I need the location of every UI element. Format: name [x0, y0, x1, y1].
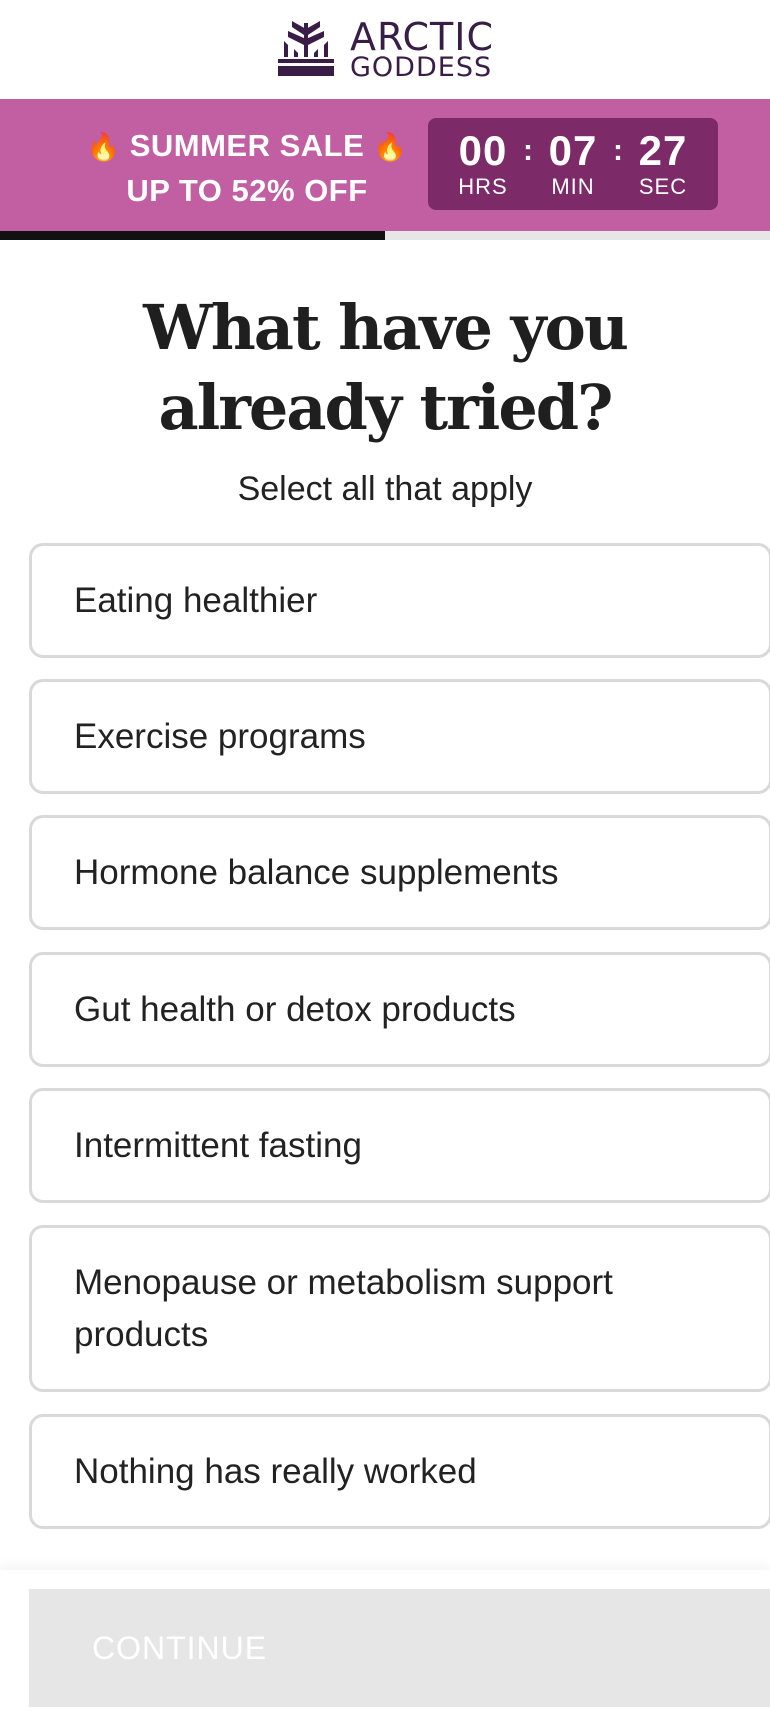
- option-label: Hormone balance supplements: [74, 852, 559, 892]
- logo-line-1: ARCTIC: [350, 15, 494, 59]
- timer-separator: :: [613, 134, 623, 167]
- timer-seconds-value: 27: [638, 127, 688, 174]
- option-label: Menopause or metabolism support products: [74, 1262, 613, 1354]
- logo-line-2: GODDESS: [350, 52, 493, 83]
- logo-text: ARCTIC GODDESS: [350, 18, 494, 81]
- logo[interactable]: ARCTIC GODDESS: [276, 18, 494, 81]
- countdown-timer: 00 HRS : 07 MIN : 27 SEC: [428, 118, 718, 210]
- option-eating-healthier[interactable]: Eating healthier: [29, 543, 770, 658]
- sale-headline: 🔥 SUMMER SALE 🔥: [82, 124, 412, 169]
- sale-text: 🔥 SUMMER SALE 🔥 UP TO 52% OFF: [82, 124, 412, 213]
- fire-icon: 🔥: [86, 132, 121, 162]
- option-menopause-metabolism[interactable]: Menopause or metabolism support products: [29, 1225, 770, 1392]
- quiz-progress-fill: [0, 231, 385, 240]
- timer-minutes: 07 MIN: [535, 118, 611, 198]
- quiz-progress-bar: [0, 231, 770, 240]
- fire-icon: 🔥: [373, 132, 408, 162]
- timer-separator: :: [523, 134, 533, 167]
- option-nothing-worked[interactable]: Nothing has really worked: [29, 1414, 770, 1529]
- question-subtitle: Select all that apply: [237, 470, 533, 508]
- timer-hours-label: HRS: [458, 174, 508, 199]
- timer-minutes-label: MIN: [551, 174, 595, 199]
- option-label: Gut health or detox products: [74, 989, 516, 1029]
- sale-discount: UP TO 52% OFF: [126, 173, 368, 208]
- timer-minutes-value: 07: [548, 127, 598, 174]
- question-title: What have you already tried?: [143, 291, 629, 444]
- option-intermittent-fasting[interactable]: Intermittent fasting: [29, 1088, 770, 1203]
- timer-seconds: 27 SEC: [625, 118, 701, 198]
- pine-crown-icon: [276, 20, 336, 79]
- timer-seconds-label: SEC: [638, 174, 688, 199]
- option-label: Intermittent fasting: [74, 1125, 362, 1165]
- sale-title: SUMMER SALE: [129, 128, 365, 163]
- header: ARCTIC GODDESS: [0, 0, 770, 99]
- timer-hours: 00 HRS: [445, 118, 521, 198]
- timer-hours-value: 00: [458, 127, 508, 174]
- option-label: Exercise programs: [74, 716, 366, 756]
- sale-banner: 🔥 SUMMER SALE 🔥 UP TO 52% OFF 00 HRS : 0…: [0, 99, 770, 231]
- option-gut-health-detox[interactable]: Gut health or detox products: [29, 952, 770, 1067]
- option-label: Eating healthier: [74, 580, 318, 620]
- option-label: Nothing has really worked: [74, 1451, 477, 1491]
- option-exercise-programs[interactable]: Exercise programs: [29, 679, 770, 794]
- continue-button[interactable]: CONTINUE: [29, 1589, 770, 1707]
- option-hormone-balance-supplements[interactable]: Hormone balance supplements: [29, 815, 770, 930]
